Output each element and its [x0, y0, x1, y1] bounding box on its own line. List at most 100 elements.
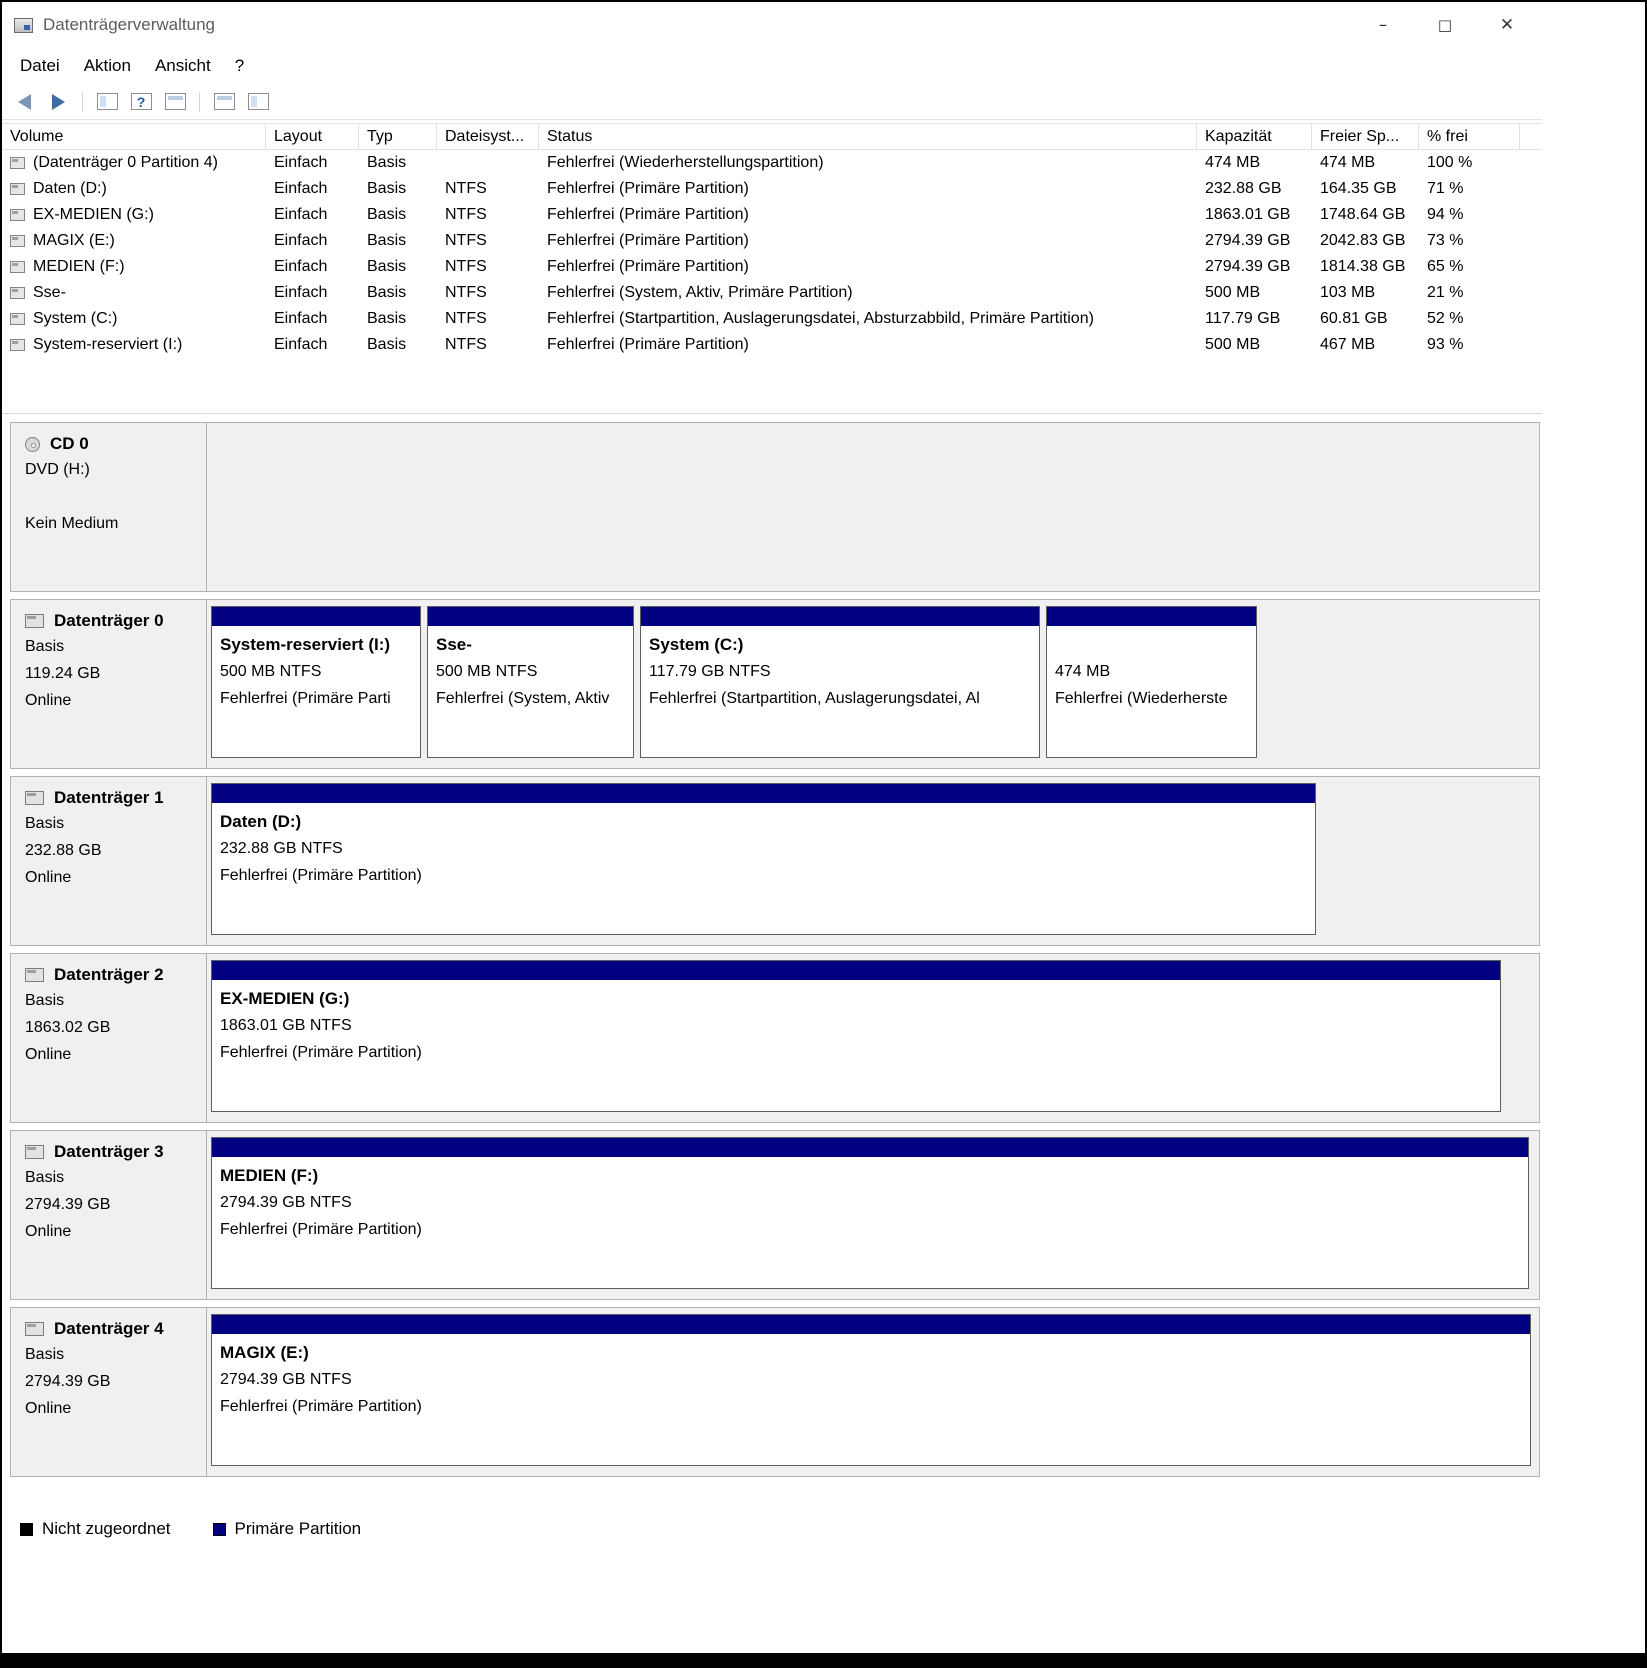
volume-name: MEDIEN (F:) — [33, 258, 125, 276]
typ-cell: Basis — [359, 258, 437, 276]
partition-name: MEDIEN (F:) — [220, 1162, 1524, 1189]
pct-free-cell: 73 % — [1419, 232, 1520, 250]
partition-name — [1055, 631, 1252, 658]
table-row[interactable]: System (C:) Einfach Basis NTFS Fehlerfre… — [2, 306, 1542, 332]
partition-name: EX-MEDIEN (G:) — [220, 985, 1496, 1012]
disk-status: Online — [25, 864, 200, 891]
toolbar-separator — [82, 92, 83, 112]
capacity-cell: 474 MB — [1197, 154, 1312, 172]
cd-tray — [207, 423, 1539, 591]
properties-icon — [248, 93, 269, 110]
free-cell: 1748.64 GB — [1312, 206, 1419, 224]
cd-drive-letter: DVD (H:) — [25, 456, 200, 483]
layout-cell: Einfach — [266, 206, 359, 224]
legend-unallocated-label: Nicht zugeordnet — [42, 1519, 171, 1539]
partition-status: Fehlerfrei (Primäre Partition) — [220, 1393, 1526, 1420]
primary-partition-strip — [212, 961, 1500, 980]
disk-label-panel[interactable]: Datenträger 2 Basis 1863.02 GB Online — [11, 954, 207, 1122]
partition-block[interactable]: MEDIEN (F:) 2794.39 GB NTFS Fehlerfrei (… — [211, 1137, 1529, 1289]
capacity-cell: 500 MB — [1197, 336, 1312, 354]
partition-block[interactable]: MAGIX (E:) 2794.39 GB NTFS Fehlerfrei (P… — [211, 1314, 1531, 1466]
column-header-kapazitaet[interactable]: Kapazität — [1197, 124, 1312, 149]
menu-ansicht[interactable]: Ansicht — [143, 50, 223, 82]
partition-info: MAGIX (E:) 2794.39 GB NTFS Fehlerfrei (P… — [212, 1334, 1530, 1420]
partition-block[interactable]: Daten (D:) 232.88 GB NTFS Fehlerfrei (Pr… — [211, 783, 1316, 935]
menu-bar: Datei Aktion Ansicht ? — [2, 48, 1542, 84]
volume-icon — [10, 183, 25, 195]
table-row[interactable]: Daten (D:) Einfach Basis NTFS Fehlerfrei… — [2, 176, 1542, 202]
disk-icon — [25, 791, 44, 805]
disk-label-panel[interactable]: Datenträger 4 Basis 2794.39 GB Online — [11, 1308, 207, 1476]
toolbar — [2, 84, 1542, 120]
disk-type: Basis — [25, 810, 200, 837]
table-row[interactable]: MEDIEN (F:) Einfach Basis NTFS Fehlerfre… — [2, 254, 1542, 280]
pct-free-cell: 100 % — [1419, 154, 1520, 172]
partition-status: Fehlerfrei (Primäre Partition) — [220, 1039, 1496, 1066]
column-header-layout[interactable]: Layout — [266, 124, 359, 149]
cd-label-panel[interactable]: CD 0 DVD (H:) Kein Medium — [11, 423, 207, 591]
cd-name: CD 0 — [50, 434, 89, 454]
column-header-volume[interactable]: Volume — [2, 124, 266, 149]
typ-cell: Basis — [359, 310, 437, 328]
menu-datei[interactable]: Datei — [8, 50, 72, 82]
disk-label-panel[interactable]: Datenträger 3 Basis 2794.39 GB Online — [11, 1131, 207, 1299]
action-pane-button[interactable] — [210, 89, 238, 115]
free-cell: 467 MB — [1312, 336, 1419, 354]
partition-size: 232.88 GB NTFS — [220, 835, 1311, 862]
disk-size: 119.24 GB — [25, 660, 200, 687]
disk-label-panel[interactable]: Datenträger 0 Basis 119.24 GB Online — [11, 600, 207, 768]
partition-name: Sse- — [436, 631, 629, 658]
console-tree-button[interactable] — [93, 89, 121, 115]
unallocated-swatch-icon — [20, 1523, 33, 1536]
partition-block[interactable]: Sse- 500 MB NTFS Fehlerfrei (System, Akt… — [427, 606, 634, 758]
partition-info: 474 MB Fehlerfrei (Wiederherste — [1047, 626, 1256, 712]
layout-cell: Einfach — [266, 310, 359, 328]
partition-name: MAGIX (E:) — [220, 1339, 1526, 1366]
table-row[interactable]: Sse- Einfach Basis NTFS Fehlerfrei (Syst… — [2, 280, 1542, 306]
table-row[interactable]: (Datenträger 0 Partition 4) Einfach Basi… — [2, 150, 1542, 176]
table-row[interactable]: MAGIX (E:) Einfach Basis NTFS Fehlerfrei… — [2, 228, 1542, 254]
column-header-freier-speicher[interactable]: Freier Sp... — [1312, 124, 1419, 149]
properties-button[interactable] — [244, 89, 272, 115]
window-controls — [1352, 2, 1538, 48]
menu-hilfe[interactable]: ? — [223, 50, 256, 82]
volume-cell: MEDIEN (F:) — [2, 258, 266, 276]
primary-partition-strip — [212, 1138, 1528, 1157]
column-header-dateisystem[interactable]: Dateisyst... — [437, 124, 539, 149]
table-row[interactable]: EX-MEDIEN (G:) Einfach Basis NTFS Fehler… — [2, 202, 1542, 228]
list-view-button[interactable] — [161, 89, 189, 115]
fs-cell: NTFS — [437, 180, 539, 198]
primary-partition-strip — [212, 784, 1315, 803]
volume-name: Daten (D:) — [33, 180, 107, 198]
capacity-cell: 2794.39 GB — [1197, 232, 1312, 250]
close-button[interactable] — [1476, 2, 1538, 48]
partition-block[interactable]: EX-MEDIEN (G:) 1863.01 GB NTFS Fehlerfre… — [211, 960, 1501, 1112]
status-cell: Fehlerfrei (Primäre Partition) — [539, 206, 1197, 224]
title-bar: Datenträgerverwaltung — [2, 2, 1542, 48]
column-header-status[interactable]: Status — [539, 124, 1197, 149]
disk-label-panel[interactable]: Datenträger 1 Basis 232.88 GB Online — [11, 777, 207, 945]
partition-block[interactable]: System (C:) 117.79 GB NTFS Fehlerfrei (S… — [640, 606, 1040, 758]
maximize-icon — [1438, 15, 1452, 35]
partition-block[interactable]: 474 MB Fehlerfrei (Wiederherste — [1046, 606, 1257, 758]
partition-block[interactable]: System-reserviert (I:) 500 MB NTFS Fehle… — [211, 606, 421, 758]
menu-aktion[interactable]: Aktion — [72, 50, 143, 82]
back-icon — [18, 94, 31, 110]
maximize-button[interactable] — [1414, 2, 1476, 48]
toolbar-separator — [199, 92, 200, 112]
capacity-cell: 1863.01 GB — [1197, 206, 1312, 224]
forward-button[interactable] — [44, 89, 72, 115]
disk-icon — [25, 1322, 44, 1336]
back-button[interactable] — [10, 89, 38, 115]
volume-cell: EX-MEDIEN (G:) — [2, 206, 266, 224]
partition-size: 500 MB NTFS — [436, 658, 629, 685]
table-row[interactable]: System-reserviert (I:) Einfach Basis NTF… — [2, 332, 1542, 358]
status-cell: Fehlerfrei (Primäre Partition) — [539, 232, 1197, 250]
partition-size: 474 MB — [1055, 658, 1252, 685]
column-header-prozent-frei[interactable]: % frei — [1419, 124, 1520, 149]
typ-cell: Basis — [359, 154, 437, 172]
column-header-typ[interactable]: Typ — [359, 124, 437, 149]
minimize-button[interactable] — [1352, 2, 1414, 48]
volume-icon — [10, 313, 25, 325]
help-button[interactable] — [127, 89, 155, 115]
